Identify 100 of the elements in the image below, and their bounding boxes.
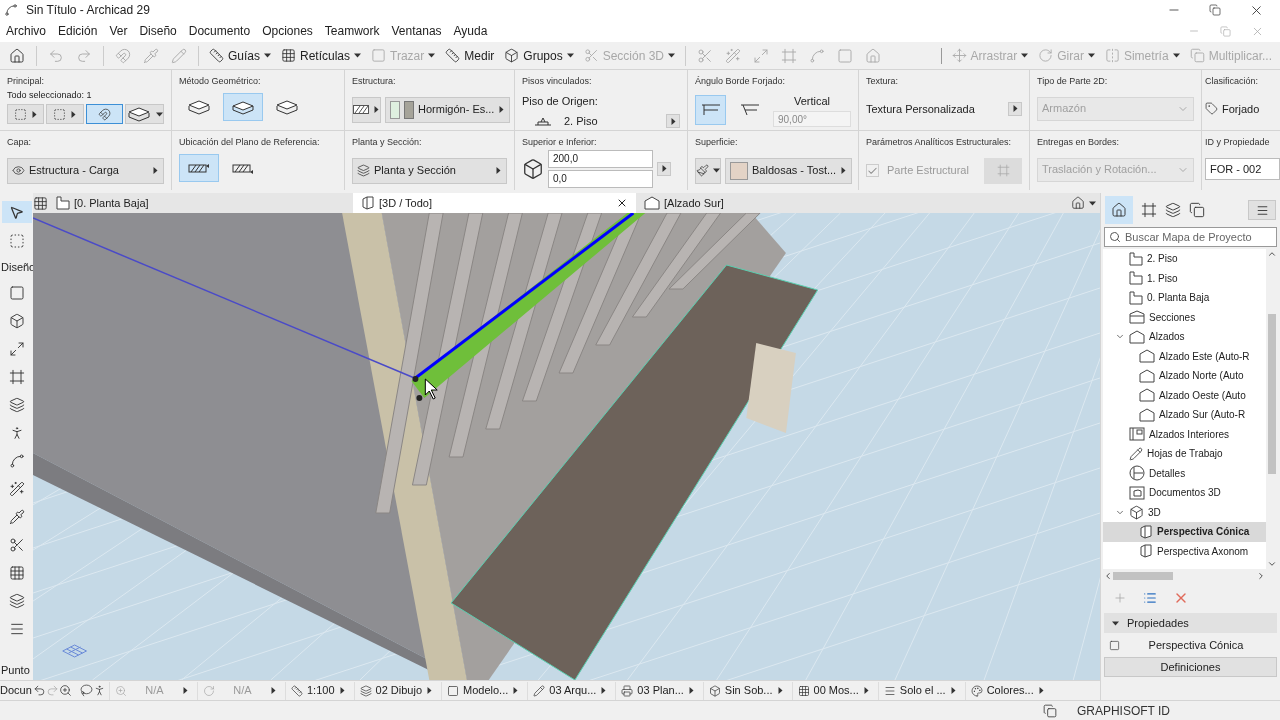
caret-icon xyxy=(1112,619,1119,627)
lasso-icon xyxy=(80,684,93,697)
toolbar-button[interactable]: Guías xyxy=(205,43,275,68)
arrow-button[interactable] xyxy=(666,114,680,129)
shape-dropdown-button[interactable] xyxy=(125,104,164,124)
selection-mode-button[interactable] xyxy=(7,104,45,124)
status-bar-button[interactable]: 02 Dibujo xyxy=(353,681,438,700)
id-input-field[interactable]: FOR - 002 xyxy=(1205,157,1280,180)
arrow-button[interactable] xyxy=(1008,101,1022,116)
caret-icon xyxy=(1087,52,1095,59)
status-bar-button[interactable]: Solo el ... xyxy=(877,681,962,700)
navigator-menu-button[interactable] xyxy=(1248,200,1276,220)
scroll-left-icon[interactable] xyxy=(1103,571,1113,581)
close-tab-icon[interactable] xyxy=(616,197,628,209)
toolbar-button[interactable]: Grupos xyxy=(500,43,578,68)
magnet-icon xyxy=(115,47,131,64)
offset-input-field[interactable]: 0,0 xyxy=(548,169,653,188)
paintbrush-button[interactable] xyxy=(695,157,721,184)
project-map-tab[interactable] xyxy=(1105,196,1133,224)
menu-item[interactable]: Ventanas xyxy=(385,22,448,40)
project-map-item[interactable]: 2. Piso xyxy=(1103,249,1266,269)
project-map-item[interactable]: Documentos 3D xyxy=(1103,483,1266,503)
menu-item[interactable]: Diseño xyxy=(133,22,183,40)
project-map-item[interactable]: 0. Planta Baja xyxy=(1103,288,1266,308)
search-field[interactable]: Buscar Mapa de Proyecto xyxy=(1104,227,1277,247)
offset-input-field[interactable]: 200,0 xyxy=(548,149,653,168)
horizontal-scrollbar-thumb[interactable] xyxy=(1113,572,1173,580)
slab-icon xyxy=(274,98,300,115)
building-material-button[interactable]: Hormigón- Es... xyxy=(385,96,511,123)
group-title: Capa: xyxy=(7,136,33,149)
toolbar-button[interactable]: Retículas xyxy=(277,43,366,68)
group-title: Planta y Sección: xyxy=(352,136,423,149)
caret-icon xyxy=(669,117,677,125)
3d-view-icon xyxy=(1139,524,1153,539)
status-bar-button[interactable]: 00 Mos... xyxy=(791,681,875,700)
project-map-item[interactable]: Alzados xyxy=(1103,327,1266,347)
selection-mode-button[interactable] xyxy=(46,104,84,124)
properties-header[interactable]: Propiedades xyxy=(1104,613,1277,633)
group-title: Tipo de Parte 2D: xyxy=(1037,75,1109,88)
project-map-item[interactable]: Perspectiva Axonom xyxy=(1103,541,1266,561)
floor-plan-section-button[interactable]: Planta y Sección xyxy=(352,157,507,184)
floor-plan-icon xyxy=(1129,271,1143,286)
pointer-icon xyxy=(9,204,24,220)
arrow-button[interactable] xyxy=(657,161,671,176)
geometry-option-button[interactable] xyxy=(223,92,263,121)
section-icon xyxy=(1129,310,1145,325)
group-title: Método Geométrico: xyxy=(179,75,262,88)
menu-item[interactable]: Ver xyxy=(103,22,134,40)
copy-icon xyxy=(1189,48,1205,63)
menu-item[interactable]: Archivo xyxy=(0,22,52,40)
selection-mode-button[interactable] xyxy=(85,104,123,124)
project-map-item[interactable]: Alzado Sur (Auto-R xyxy=(1103,405,1266,425)
scroll-right-icon[interactable] xyxy=(1256,571,1266,581)
slab-icon xyxy=(186,98,212,115)
project-map-item[interactable]: Alzado Oeste (Auto xyxy=(1103,385,1266,405)
marquee-icon xyxy=(53,107,66,121)
wand-icon xyxy=(725,47,742,64)
document-tab[interactable]: [3D / Todo] xyxy=(353,193,636,213)
definitions-button[interactable]: Definiciones xyxy=(1104,657,1277,677)
brand-id-label: GRAPHISOFT ID xyxy=(1076,702,1170,720)
menu-item[interactable]: Edición xyxy=(52,22,104,40)
project-map-item[interactable]: Secciones xyxy=(1103,307,1266,327)
caret-icon xyxy=(264,52,271,59)
caret-icon xyxy=(862,687,870,694)
toolbar-button[interactable]: Medir xyxy=(441,43,499,68)
hatched-plane-icon xyxy=(188,161,210,174)
caret-icon xyxy=(713,167,720,174)
status-bar-button[interactable]: 03 Arqu... xyxy=(527,681,613,700)
elevation-icon xyxy=(1139,407,1155,422)
redo-icon xyxy=(76,47,92,64)
status-bar-button[interactable]: Sin Sob... xyxy=(702,681,789,700)
status-bar-button[interactable]: Modelo... xyxy=(441,681,525,700)
list-settings-icon[interactable] xyxy=(1143,591,1157,605)
menu-item[interactable]: Teamwork xyxy=(318,22,386,40)
status-bar-button[interactable]: 03 Plan... xyxy=(615,681,700,700)
scroll-up-icon[interactable] xyxy=(1267,249,1277,259)
selection-count: Todo seleccionado: 1 xyxy=(7,88,93,102)
elevation-icon xyxy=(1139,368,1155,383)
edge-angle-option-button[interactable] xyxy=(695,94,726,125)
printer-icon xyxy=(621,684,634,697)
reference-option-button[interactable] xyxy=(179,153,219,182)
project-map-item[interactable]: 1. Piso xyxy=(1103,268,1266,288)
status-bar-button[interactable]: 1:100 xyxy=(285,681,351,700)
arrow-tool-button[interactable] xyxy=(1,201,32,223)
status-bar-button[interactable]: Colores... xyxy=(964,681,1050,700)
project-map-item[interactable]: Alzados Interiores xyxy=(1103,424,1266,444)
project-map-item[interactable]: Detalles xyxy=(1103,463,1266,483)
scrollbar-thumb[interactable] xyxy=(1268,314,1276,474)
menu-item[interactable]: Opciones xyxy=(256,22,319,40)
project-map-item[interactable]: 3D xyxy=(1103,502,1266,522)
project-map-item[interactable]: Alzado Este (Auto-R xyxy=(1103,346,1266,366)
structure-type-button[interactable] xyxy=(352,96,381,123)
menu-item[interactable]: Documento xyxy=(182,22,257,40)
layer-button[interactable]: Estructura - Carga xyxy=(7,157,164,184)
project-map-item[interactable]: Perspectiva Cónica xyxy=(1103,522,1266,542)
menu-item[interactable]: Ayuda xyxy=(447,22,494,40)
scroll-down-icon[interactable] xyxy=(1267,559,1277,569)
project-map-item[interactable]: Alzado Norte (Auto xyxy=(1103,366,1266,386)
project-map-item[interactable]: Hojas de Trabajo xyxy=(1103,444,1266,464)
surface-button[interactable]: Baldosas - Tost... xyxy=(725,157,853,184)
